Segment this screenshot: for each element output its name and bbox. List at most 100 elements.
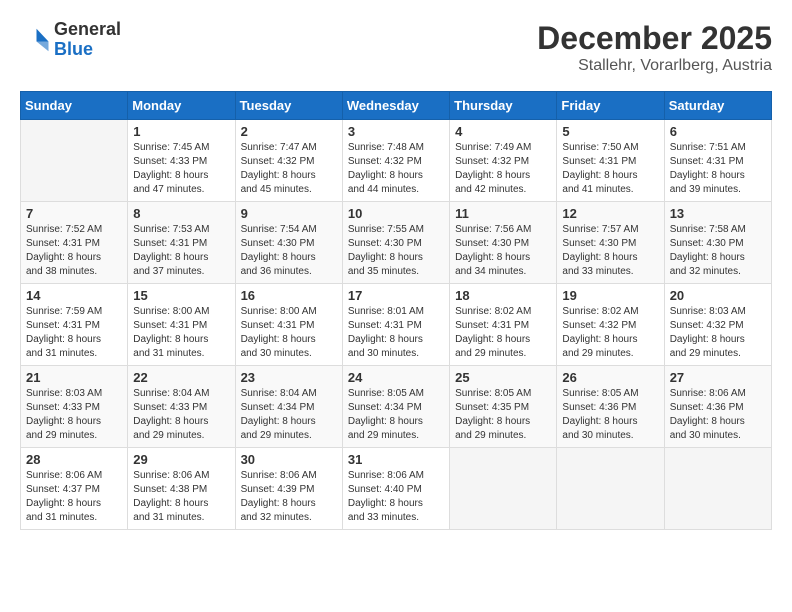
location-subtitle: Stallehr, Vorarlberg, Austria <box>537 57 772 75</box>
day-info: Sunrise: 7:52 AM Sunset: 4:31 PM Dayligh… <box>26 223 122 279</box>
day-number: 23 <box>241 370 337 385</box>
day-info: Sunrise: 7:58 AM Sunset: 4:30 PM Dayligh… <box>670 223 766 279</box>
calendar-cell: 3 Sunrise: 7:48 AM Sunset: 4:32 PM Daylig… <box>342 120 449 202</box>
day-number: 31 <box>348 452 444 467</box>
day-header-sunday: Sunday <box>21 92 128 120</box>
day-number: 22 <box>133 370 229 385</box>
day-info: Sunrise: 8:06 AM Sunset: 4:36 PM Dayligh… <box>670 387 766 443</box>
calendar-cell: 20Sunrise: 8:03 AM Sunset: 4:32 PM Dayli… <box>664 284 771 366</box>
calendar-week-1: 1Sunrise: 7:45 AM Sunset: 4:33 PM Daylig… <box>21 120 772 202</box>
calendar-cell: 14Sunrise: 7:59 AM Sunset: 4:31 PM Dayli… <box>21 284 128 366</box>
day-number: 30 <box>241 452 337 467</box>
calendar-cell: 9Sunrise: 7:54 AM Sunset: 4:30 PM Daylig… <box>235 202 342 284</box>
day-headers-row: SundayMondayTuesdayWednesdayThursdayFrid… <box>21 92 772 120</box>
logo-general-text: General <box>54 20 121 40</box>
calendar-cell <box>664 448 771 530</box>
day-info: Sunrise: 7:53 AM Sunset: 4:31 PM Dayligh… <box>133 223 229 279</box>
day-info: Sunrise: 8:06 AM Sunset: 4:40 PM Dayligh… <box>348 469 444 525</box>
calendar-cell: 29 Sunrise: 8:06 AM Sunset: 4:38 PM Dayli… <box>128 448 235 530</box>
day-number: 12 <box>562 206 658 221</box>
day-number: 14 <box>26 288 122 303</box>
day-number: 2 <box>241 124 337 139</box>
calendar-cell: 30 Sunrise: 8:06 AM Sunset: 4:39 PM Dayli… <box>235 448 342 530</box>
calendar-cell: 6 Sunrise: 7:51 AM Sunset: 4:31 PM Daylig… <box>664 120 771 202</box>
calendar-cell: 13 Sunrise: 7:58 AM Sunset: 4:30 PM Dayli… <box>664 202 771 284</box>
calendar-cell: 12 Sunrise: 7:57 AM Sunset: 4:30 PM Dayli… <box>557 202 664 284</box>
day-number: 1 <box>133 124 229 139</box>
day-number: 6 <box>670 124 766 139</box>
day-info: Sunrise: 8:05 AM Sunset: 4:35 PM Dayligh… <box>455 387 551 443</box>
day-info: Sunrise: 8:06 AM Sunset: 4:38 PM Dayligh… <box>133 469 229 525</box>
logo-text: General Blue <box>54 20 121 60</box>
day-header-tuesday: Tuesday <box>235 92 342 120</box>
day-number: 4 <box>455 124 551 139</box>
day-number: 19 <box>562 288 658 303</box>
day-info: Sunrise: 7:51 AM Sunset: 4:31 PM Dayligh… <box>670 141 766 197</box>
day-number: 15 <box>133 288 229 303</box>
calendar-cell: 15 Sunrise: 8:00 AM Sunset: 4:31 PM Dayli… <box>128 284 235 366</box>
calendar-cell: 31 Sunrise: 8:06 AM Sunset: 4:40 PM Dayli… <box>342 448 449 530</box>
day-info: Sunrise: 8:06 AM Sunset: 4:39 PM Dayligh… <box>241 469 337 525</box>
day-number: 21 <box>26 370 122 385</box>
day-header-friday: Friday <box>557 92 664 120</box>
day-header-monday: Monday <box>128 92 235 120</box>
day-info: Sunrise: 7:50 AM Sunset: 4:31 PM Dayligh… <box>562 141 658 197</box>
calendar-cell: 4Sunrise: 7:49 AM Sunset: 4:32 PM Daylig… <box>450 120 557 202</box>
day-number: 16 <box>241 288 337 303</box>
day-info: Sunrise: 8:01 AM Sunset: 4:31 PM Dayligh… <box>348 305 444 361</box>
calendar-cell: 2 Sunrise: 7:47 AM Sunset: 4:32 PM Daylig… <box>235 120 342 202</box>
day-number: 13 <box>670 206 766 221</box>
day-info: Sunrise: 8:00 AM Sunset: 4:31 PM Dayligh… <box>133 305 229 361</box>
calendar-cell <box>21 120 128 202</box>
day-number: 27 <box>670 370 766 385</box>
day-number: 24 <box>348 370 444 385</box>
day-info: Sunrise: 8:04 AM Sunset: 4:34 PM Dayligh… <box>241 387 337 443</box>
day-info: Sunrise: 7:55 AM Sunset: 4:30 PM Dayligh… <box>348 223 444 279</box>
day-number: 29 <box>133 452 229 467</box>
calendar-body: 1Sunrise: 7:45 AM Sunset: 4:33 PM Daylig… <box>21 120 772 530</box>
day-info: Sunrise: 7:48 AM Sunset: 4:32 PM Dayligh… <box>348 141 444 197</box>
calendar-cell: 19 Sunrise: 8:02 AM Sunset: 4:32 PM Dayli… <box>557 284 664 366</box>
calendar-week-2: 7 Sunrise: 7:52 AM Sunset: 4:31 PM Daylig… <box>21 202 772 284</box>
calendar-cell: 27 Sunrise: 8:06 AM Sunset: 4:36 PM Dayli… <box>664 366 771 448</box>
title-block: December 2025 Stallehr, Vorarlberg, Aust… <box>537 20 772 75</box>
calendar-cell <box>557 448 664 530</box>
calendar-cell: 25Sunrise: 8:05 AM Sunset: 4:35 PM Dayli… <box>450 366 557 448</box>
day-info: Sunrise: 7:56 AM Sunset: 4:30 PM Dayligh… <box>455 223 551 279</box>
day-info: Sunrise: 8:02 AM Sunset: 4:32 PM Dayligh… <box>562 305 658 361</box>
calendar-cell: 5 Sunrise: 7:50 AM Sunset: 4:31 PM Daylig… <box>557 120 664 202</box>
day-info: Sunrise: 8:06 AM Sunset: 4:37 PM Dayligh… <box>26 469 122 525</box>
day-info: Sunrise: 8:02 AM Sunset: 4:31 PM Dayligh… <box>455 305 551 361</box>
day-number: 5 <box>562 124 658 139</box>
day-info: Sunrise: 8:03 AM Sunset: 4:33 PM Dayligh… <box>26 387 122 443</box>
day-info: Sunrise: 7:57 AM Sunset: 4:30 PM Dayligh… <box>562 223 658 279</box>
calendar-cell: 7 Sunrise: 7:52 AM Sunset: 4:31 PM Daylig… <box>21 202 128 284</box>
day-info: Sunrise: 8:05 AM Sunset: 4:34 PM Dayligh… <box>348 387 444 443</box>
day-number: 7 <box>26 206 122 221</box>
calendar-cell: 21 Sunrise: 8:03 AM Sunset: 4:33 PM Dayli… <box>21 366 128 448</box>
logo: General Blue <box>20 20 121 60</box>
calendar-cell: 1Sunrise: 7:45 AM Sunset: 4:33 PM Daylig… <box>128 120 235 202</box>
logo-blue-text: Blue <box>54 40 121 60</box>
calendar-cell <box>450 448 557 530</box>
day-number: 8 <box>133 206 229 221</box>
day-number: 26 <box>562 370 658 385</box>
calendar-cell: 11 Sunrise: 7:56 AM Sunset: 4:30 PM Dayli… <box>450 202 557 284</box>
calendar-cell: 17Sunrise: 8:01 AM Sunset: 4:31 PM Dayli… <box>342 284 449 366</box>
day-number: 9 <box>241 206 337 221</box>
calendar-cell: 24 Sunrise: 8:05 AM Sunset: 4:34 PM Dayli… <box>342 366 449 448</box>
day-number: 11 <box>455 206 551 221</box>
logo-icon <box>20 25 50 55</box>
calendar-cell: 18Sunrise: 8:02 AM Sunset: 4:31 PM Dayli… <box>450 284 557 366</box>
day-header-saturday: Saturday <box>664 92 771 120</box>
day-number: 10 <box>348 206 444 221</box>
day-header-thursday: Thursday <box>450 92 557 120</box>
day-info: Sunrise: 7:47 AM Sunset: 4:32 PM Dayligh… <box>241 141 337 197</box>
day-number: 3 <box>348 124 444 139</box>
calendar-cell: 28Sunrise: 8:06 AM Sunset: 4:37 PM Dayli… <box>21 448 128 530</box>
calendar-header: SundayMondayTuesdayWednesdayThursdayFrid… <box>21 92 772 120</box>
calendar-week-4: 21 Sunrise: 8:03 AM Sunset: 4:33 PM Dayli… <box>21 366 772 448</box>
calendar-cell: 26Sunrise: 8:05 AM Sunset: 4:36 PM Dayli… <box>557 366 664 448</box>
day-info: Sunrise: 8:04 AM Sunset: 4:33 PM Dayligh… <box>133 387 229 443</box>
calendar-cell: 8 Sunrise: 7:53 AM Sunset: 4:31 PM Daylig… <box>128 202 235 284</box>
